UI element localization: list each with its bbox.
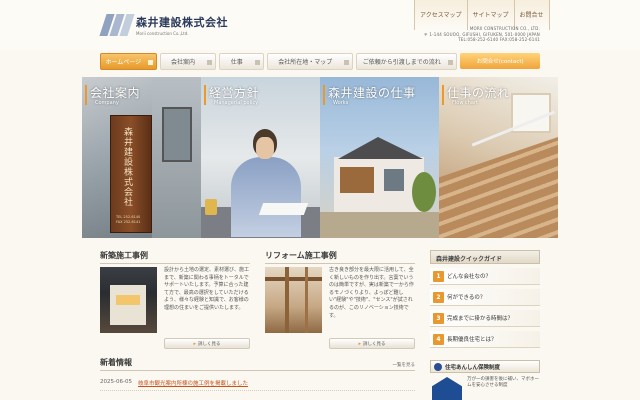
hero-panel-policy[interactable]: 経営方針 Managerial policy	[201, 77, 320, 238]
new-construction-photo[interactable]	[100, 267, 157, 333]
paper	[258, 203, 309, 215]
site-header: 森井建設株式会社 Morii construction Co.,Ltd. アクセ…	[0, 0, 640, 50]
section-description: 設計から土地の選定、素材選び、施工まで、新築に関わる事柄をトータルでサポートいた…	[164, 267, 250, 311]
main-nav: ホームページ 会社案内 仕事 会社所在地・マップ ご依頼から引渡しまでの流れ お…	[100, 53, 540, 70]
person-face	[256, 137, 274, 159]
building-window	[162, 107, 192, 162]
hero-panels: 森井建設株式会社 TEL 252-6140 FAX 252-6141 会社案内 …	[82, 77, 558, 238]
reform-section: リフォーム施工事例 古き良き部分を最大限に活用して、全く新しいものを作り出す。言…	[265, 250, 415, 349]
nav-square-icon	[255, 60, 261, 65]
title-accent-bar	[85, 85, 87, 105]
nav-flow[interactable]: ご依頼から引渡しまでの流れ	[356, 53, 458, 70]
title-accent-bar	[442, 85, 444, 105]
company-sign: 森井建設株式会社 TEL 252-6140 FAX 252-6141	[110, 115, 152, 233]
news-date: 2025-06-05	[100, 379, 132, 385]
house-window	[384, 169, 404, 191]
company-address: MORII CONSTRUCTION CO., LTD. 〒 1-144 SOU…	[423, 26, 540, 42]
hero-subtitle: Works	[333, 100, 349, 106]
section-title: リフォーム施工事例	[265, 250, 415, 264]
insurance-banner[interactable]: 住宅あんしん保険制度 万が一の損害を後に補い、マボホームを安心させる制度	[430, 360, 540, 400]
nav-works[interactable]: 仕事	[219, 53, 265, 70]
guide-item[interactable]: 1 どんな会社なの？	[430, 268, 540, 285]
hero-title: 森井建設の仕事	[328, 86, 416, 100]
house-roof	[338, 137, 423, 159]
hero-panel-company[interactable]: 森井建設株式会社 TEL 252-6140 FAX 252-6141 会社案内 …	[82, 77, 201, 238]
guide-title: 森井建設クイックガイド	[430, 250, 540, 264]
title-accent-bar	[323, 85, 325, 105]
news-link[interactable]: 岐阜市観光案内所棟の施工例を掲載しました	[138, 379, 248, 387]
section-description: 古き良き部分を最大限に活用して、全く新しいものを作り出す。言葉でいうのは簡単です…	[329, 267, 414, 319]
number-badge: 4	[433, 333, 444, 345]
nav-square-icon	[147, 60, 153, 65]
insurance-title: 住宅あんしん保険制度	[445, 364, 501, 371]
insurance-icon	[434, 362, 442, 371]
ground	[320, 212, 439, 238]
news-view-all-link[interactable]: 一覧を見る	[393, 362, 416, 368]
glass	[205, 199, 217, 215]
guide-item[interactable]: 2 何ができるの？	[430, 289, 540, 306]
guide-item[interactable]: 3 完成までに掛かる時間は？	[430, 310, 540, 327]
new-construction-section: 新築施工事例 設計から土地の選定、素材選び、施工まで、新築に関わる事柄をトータル…	[100, 250, 250, 349]
more-button[interactable]: 詳しく見る	[329, 338, 415, 349]
hero-title: 仕事の流れ	[447, 86, 510, 100]
nav-company[interactable]: 会社案内	[159, 53, 217, 70]
quick-guide: 森井建設クイックガイド 1 どんな会社なの？ 2 何ができるの？ 3 完成までに…	[430, 250, 540, 348]
guide-item[interactable]: 4 長期優良住宅とは？	[430, 331, 540, 348]
logo-mark-icon	[99, 14, 135, 36]
hero-title: 会社案内	[90, 86, 141, 100]
number-badge: 2	[433, 291, 444, 303]
nav-map[interactable]: 会社所在地・マップ	[267, 53, 354, 70]
house-wood-panel	[340, 167, 374, 193]
number-badge: 1	[433, 270, 444, 282]
house-logo-icon	[432, 377, 462, 400]
more-button[interactable]: 詳しく見る	[164, 338, 250, 349]
section-title: 新築施工事例	[100, 250, 250, 264]
logo-title: 森井建設株式会社	[136, 16, 228, 29]
news-section: 新着情報 一覧を見る 2025-06-05 岐阜市観光案内所棟の施工例を掲載しま…	[100, 357, 415, 391]
hero-title: 経営方針	[209, 86, 260, 100]
guide-item-label: 長期優良住宅とは？	[447, 337, 497, 343]
guide-item-label: 完成までに掛かる時間は？	[447, 316, 514, 322]
tree	[412, 172, 436, 212]
nav-square-icon	[448, 60, 454, 65]
reform-photo[interactable]	[265, 267, 322, 333]
logo-subtitle: Morii construction Co.,Ltd.	[136, 31, 189, 36]
insurance-text: 万が一の損害を後に補い、マボホームを安心させる制度	[467, 377, 539, 388]
number-badge: 3	[433, 312, 444, 324]
hero-subtitle: Managerial policy	[214, 100, 259, 106]
person-body	[231, 157, 301, 237]
guide-item-label: 何ができるの？	[447, 295, 486, 301]
news-title: 新着情報	[100, 358, 132, 367]
hero-subtitle: Company	[95, 100, 119, 106]
nav-square-icon	[344, 60, 350, 65]
hero-panel-works[interactable]: 森井建設の仕事 Works	[320, 77, 439, 238]
contact-button[interactable]: お問合せ(contact)	[460, 53, 540, 69]
staircase	[439, 137, 558, 238]
nav-square-icon	[207, 60, 213, 65]
hero-panel-flow[interactable]: 仕事の流れ Flow chart	[439, 77, 558, 238]
hero-subtitle: Flow chart	[452, 100, 479, 106]
site-logo[interactable]: 森井建設株式会社 Morii construction Co.,Ltd.	[99, 14, 228, 36]
news-item: 2025-06-05 岐阜市観光案内所棟の施工例を掲載しました	[100, 379, 415, 391]
guide-item-label: どんな会社なの？	[447, 274, 492, 280]
nav-home[interactable]: ホームページ	[100, 53, 157, 70]
title-accent-bar	[204, 85, 206, 105]
